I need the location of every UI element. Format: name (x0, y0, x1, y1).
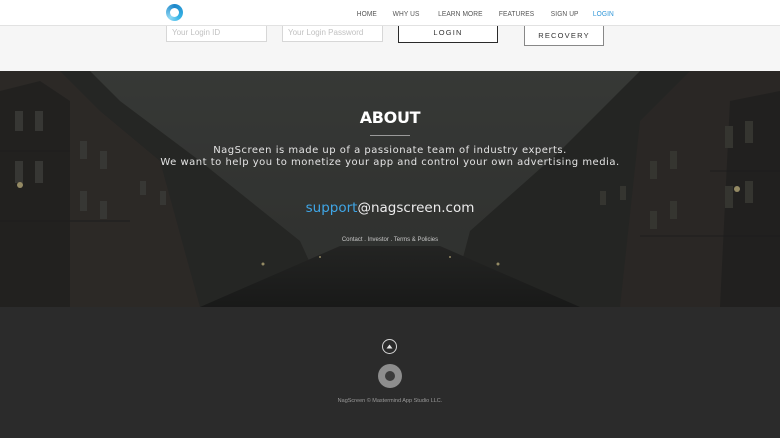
about-links: Contact . Investor . Terms & Policies (0, 237, 780, 243)
contact-link[interactable]: Contact (342, 237, 363, 243)
about-heading: ABOUT (359, 108, 421, 127)
nav-features[interactable]: FEATURES (499, 9, 534, 18)
background-overlay (0, 71, 780, 307)
about-divider (370, 135, 410, 136)
about-section: ABOUT NagScreen is made up of a passiona… (0, 71, 780, 307)
about-description-line-2: We want to help you to monetize your app… (160, 157, 620, 168)
nav-login[interactable]: LOGIN (593, 9, 614, 18)
nav-sign-up[interactable]: SIGN UP (550, 9, 578, 18)
about-description-line-1: NagScreen is made up of a passionate tea… (213, 145, 567, 156)
support-email-link[interactable]: support@nagscreen.com (0, 200, 780, 216)
nav-learn-more[interactable]: LEARN MORE (438, 9, 483, 18)
nagscreen-logo-icon (378, 364, 402, 388)
login-strip: LOGIN RECOVERY (0, 22, 780, 71)
recovery-button[interactable]: RECOVERY (524, 24, 604, 46)
nagscreen-logo-icon[interactable] (166, 4, 183, 21)
top-navbar: HOME WHY US LEARN MORE FEATURES SIGN UP … (0, 0, 780, 26)
nav-home[interactable]: HOME (357, 9, 377, 18)
chevron-up-icon (386, 344, 393, 349)
email-user: support (305, 200, 358, 216)
page-footer: NagScreen © Mastermind App Studio LLC. (0, 307, 780, 438)
terms-policies-link[interactable]: Terms & Policies (394, 237, 438, 243)
nav-why-us[interactable]: WHY US (393, 9, 420, 18)
copyright-text: NagScreen © Mastermind App Studio LLC. (337, 398, 443, 404)
investor-link[interactable]: Investor (368, 237, 389, 243)
scroll-top-button[interactable] (382, 339, 397, 354)
nav-menu: HOME WHY US LEARN MORE FEATURES SIGN UP … (342, 0, 614, 26)
email-domain: @nagscreen.com (357, 200, 475, 216)
